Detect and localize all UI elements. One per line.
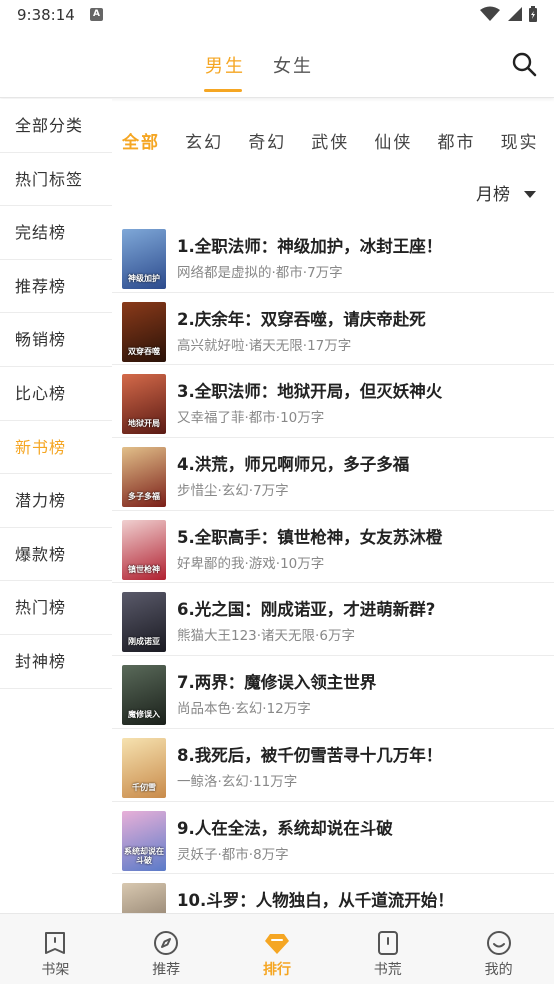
book-title: 10.斗罗：人物独白，从千道流开始！ (177, 891, 454, 911)
book-cover-caption: 千仞雪 (132, 782, 156, 792)
book-cover-image: 刚成诺亚 (122, 592, 166, 653)
tab-female[interactable]: 女生 (273, 52, 313, 78)
nav-profile[interactable]: 我的 (443, 914, 554, 984)
book-cover-image: 镇世枪神 (122, 519, 166, 580)
sidebar-item-hot-tags[interactable]: 热门标签 (0, 152, 112, 207)
nav-bookshelf[interactable]: 书架 (0, 914, 111, 984)
category-xuanhuan[interactable]: 玄幻 (185, 128, 223, 153)
book-meta: 网络都是虚拟的·都市·7万字 (177, 265, 343, 281)
sidebar-item-heart[interactable]: 比心榜 (0, 366, 112, 421)
book-row[interactable]: 镇世枪神 5.全职高手：镇世枪神，女友苏沐橙 好卑鄙的我·游戏·10万字 (112, 511, 554, 584)
book-row[interactable]: 刚成诺亚 6.光之国：刚成诺亚，才进萌新群? 熊猫大王123·诸天无限·6万字 (112, 583, 554, 657)
caret-down-icon (524, 190, 536, 198)
sidebar-item-all-categories[interactable]: 全部分类 (0, 99, 112, 153)
ranking-sidebar: 全部分类 热门标签 完结榜 推荐榜 畅销榜 比心榜 新书榜 潜力榜 爆款榜 热门… (0, 99, 112, 689)
active-tab-indicator (204, 89, 242, 92)
book-cover-caption: 镇世枪神 (128, 564, 160, 574)
nav-book-request-label: 书荒 (373, 962, 402, 978)
book-cover-image: 魔修误入 (122, 665, 166, 726)
sidebar-item-potential[interactable]: 潜力榜 (0, 474, 112, 528)
period-dropdown-label: 月榜 (476, 185, 510, 205)
book-cover-caption: 神级加护 (128, 274, 160, 283)
category-wuxia[interactable]: 武侠 (311, 128, 349, 153)
book-cover-image: 系统却说在斗破 (122, 810, 166, 871)
book-ranking-list: 神级加护 1.全职法师：神级加护，冰封王座！ 网络都是虚拟的·都市·7万字双穿吞噬 2… (112, 220, 554, 947)
book-meta: 好卑鄙的我·游戏·10万字 (177, 555, 325, 572)
ranking-icon (264, 934, 289, 954)
nav-recommend[interactable]: 推荐 (111, 914, 222, 984)
category-qihuan[interactable]: 奇幻 (248, 128, 286, 153)
book-row[interactable]: 千仞雪 8.我死后，被千仞雪苦寻十几万年！ 一鲸洛·玄幻·11万字 (112, 729, 554, 802)
status-bar: 9:38:14 A (0, 0, 554, 30)
bookshelf-icon (45, 932, 66, 954)
book-cover-caption: 系统却说在斗破 (124, 846, 164, 865)
book-row[interactable]: 双穿吞噬 2.庆余年：双穿吞噬，请庆帝赴死 高兴就好啦·诸天无限·17万字 (112, 293, 554, 366)
sidebar-item-viral[interactable]: 爆款榜 (0, 527, 112, 582)
book-cover-image: 双穿吞噬 (122, 301, 166, 362)
period-dropdown[interactable]: 月榜 (476, 180, 536, 205)
top-header: 男生 女生 (0, 30, 554, 98)
book-row[interactable]: 神级加护 1.全职法师：神级加护，冰封王座！ 网络都是虚拟的·都市·7万字 (112, 220, 554, 293)
book-meta: 又幸福了菲·都市·10万字 (177, 410, 325, 427)
book-title: 3.全职法师：地狱开局，但灭妖神火 (177, 382, 443, 402)
book-cover-caption: 地狱开局 (128, 419, 160, 429)
book-meta: 熊猫大王123·诸天无限·6万字 (177, 628, 355, 645)
sidebar-item-completed[interactable]: 完结榜 (0, 206, 112, 260)
book-title: 5.全职高手：镇世枪神，女友苏沐橙 (177, 527, 443, 547)
category-all[interactable]: 全部 (122, 128, 160, 153)
status-time: 9:38:14 (17, 6, 75, 24)
book-meta: 尚品本色·玄幻·12万字 (177, 701, 311, 718)
book-title: 4.洪荒，师兄啊师兄，多子多福 (177, 455, 410, 475)
sidebar-item-new-books[interactable]: 新书榜 (0, 420, 112, 475)
book-cover-caption: 双穿吞噬 (128, 346, 160, 356)
nav-ranking-label: 排行 (262, 962, 291, 978)
book-cover-caption: 魔修误入 (128, 710, 160, 720)
nav-book-request[interactable]: 书荒 (332, 914, 443, 984)
category-filter-bar: 全部 玄幻 奇幻 武侠 仙侠 都市 现实 历 (112, 128, 554, 156)
signal-icon (508, 7, 522, 21)
book-cover-image: 地狱开局 (122, 374, 166, 435)
book-meta: 灵妖子·都市·8万字 (177, 846, 289, 863)
book-meta: 步惜尘·玄幻·7万字 (177, 483, 289, 500)
battery-icon (529, 6, 537, 22)
book-row[interactable]: 多子多福 4.洪荒，师兄啊师兄，多子多福 步惜尘·玄幻·7万字 (112, 438, 554, 511)
nav-recommend-label: 推荐 (152, 962, 181, 978)
book-meta: 一鲸洛·玄幻·11万字 (177, 773, 298, 790)
smiley-icon (486, 931, 511, 955)
book-cover-image: 多子多福 (122, 447, 166, 508)
book-title: 7.两界：魔修误入领主世界 (177, 673, 377, 693)
book-meta: 高兴就好啦·诸天无限·17万字 (177, 337, 352, 354)
category-dushi[interactable]: 都市 (437, 128, 475, 153)
book-row[interactable]: 魔修误入 7.两界：魔修误入领主世界 尚品本色·玄幻·12万字 (112, 656, 554, 729)
notification-a-icon: A (90, 8, 103, 21)
book-cover-caption: 刚成诺亚 (128, 637, 160, 647)
compass-icon (154, 931, 179, 955)
book-cover-image: 千仞雪 (122, 737, 166, 798)
book-title: 1.全职法师：神级加护，冰封王座！ (177, 237, 443, 256)
nav-bookshelf-label: 书架 (41, 962, 70, 978)
bottom-navigation: 书架 推荐 排行 书荒 我的 (0, 913, 554, 984)
book-row[interactable]: 地狱开局 3.全职法师：地狱开局，但灭妖神火 又幸福了菲·都市·10万字 (112, 365, 554, 439)
nav-ranking[interactable]: 排行 (222, 914, 333, 984)
status-icons (480, 6, 538, 22)
book-title: 6.光之国：刚成诺亚，才进萌新群? (177, 600, 436, 620)
book-row[interactable]: 系统却说在斗破 9.人在全法，系统却说在斗破 灵妖子·都市·8万字 (112, 802, 554, 875)
sidebar-item-hot[interactable]: 热门榜 (0, 581, 112, 635)
category-xianxia[interactable]: 仙侠 (374, 128, 412, 153)
category-xianshi[interactable]: 现实 (501, 128, 539, 153)
nav-profile-label: 我的 (484, 962, 513, 978)
wifi-icon (480, 6, 500, 21)
book-title: 8.我死后，被千仞雪苦寻十几万年！ (177, 745, 443, 765)
sidebar-item-bestselling[interactable]: 畅销榜 (0, 313, 112, 367)
book-request-icon (377, 931, 398, 955)
sidebar-item-recommended[interactable]: 推荐榜 (0, 259, 112, 314)
tab-male[interactable]: 男生 (205, 52, 245, 78)
sidebar-item-legend[interactable]: 封神榜 (0, 634, 112, 689)
search-icon[interactable] (510, 50, 538, 78)
book-cover-caption: 多子多福 (128, 492, 160, 502)
book-title: 2.庆余年：双穿吞噬，请庆帝赴死 (177, 309, 426, 329)
book-title: 9.人在全法，系统却说在斗破 (177, 818, 393, 838)
book-cover-image: 神级加护 (122, 229, 166, 289)
